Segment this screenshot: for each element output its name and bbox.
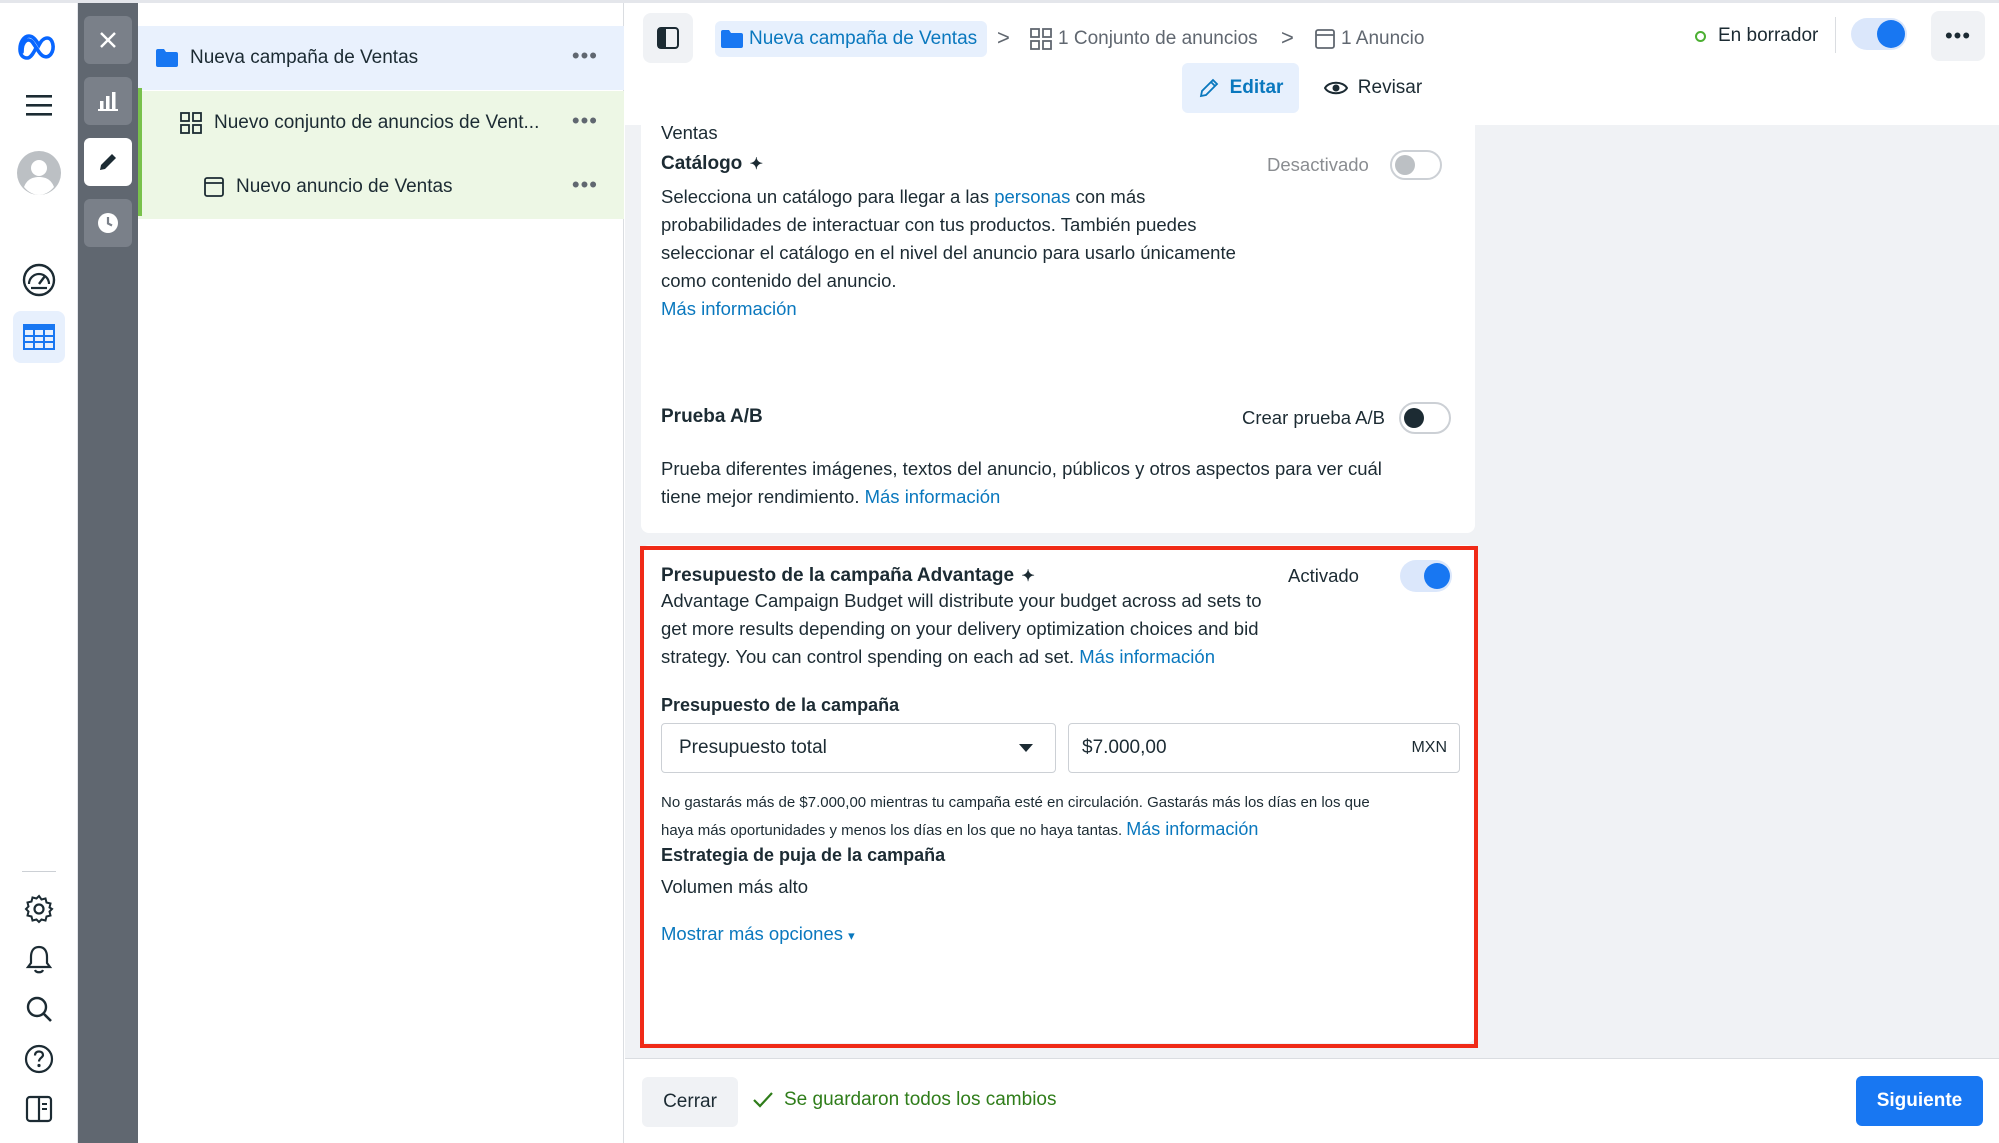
- close-icon[interactable]: [84, 16, 132, 64]
- tree-item-campaign-more-button[interactable]: •••: [572, 45, 598, 67]
- breadcrumb-adset[interactable]: 1 Conjunto de anuncios: [1030, 21, 1258, 57]
- personas-link[interactable]: personas: [994, 186, 1070, 207]
- catalog-title-label: Catálogo: [661, 153, 743, 174]
- sparkle-icon: ✦: [749, 156, 763, 173]
- tree-item-campaign-label: Nueva campaña de Ventas: [190, 47, 419, 68]
- catalog-more-info-link[interactable]: Más información: [661, 295, 1301, 323]
- ab-test-card: Prueba A/B Crear prueba A/B Prueba difer…: [641, 383, 1475, 533]
- folder-icon: [156, 49, 178, 67]
- sidebar-panel-icon[interactable]: [13, 1083, 65, 1135]
- highlight-annotation-box: [640, 546, 1478, 1048]
- tree-item-adset[interactable]: Nuevo conjunto de anuncios de Vent... ••…: [138, 91, 624, 155]
- catalog-toggle[interactable]: [1390, 150, 1442, 180]
- table-grid-icon[interactable]: [13, 311, 65, 363]
- checkmark-icon: [753, 1092, 773, 1108]
- breadcrumb-separator: >: [1281, 25, 1294, 50]
- toggle-panel-button[interactable]: [643, 13, 693, 63]
- ab-test-more-info-link[interactable]: Más información: [865, 486, 1001, 507]
- tree-item-adset-more-button[interactable]: •••: [572, 110, 598, 132]
- bell-icon[interactable]: [13, 933, 65, 985]
- catalog-description: Selecciona un catálogo para llegar a las…: [661, 183, 1301, 323]
- left-navigation: [0, 3, 78, 1143]
- catalog-title: Catálogo ✦: [661, 153, 763, 175]
- status-dot-icon: [1695, 30, 1706, 42]
- ad-page-icon: [1315, 29, 1335, 49]
- toggle-knob: [1877, 20, 1905, 48]
- close-button[interactable]: Cerrar: [642, 1077, 738, 1127]
- catalog-desc-line: seleccionar el catálogo en el nivel del …: [661, 242, 1236, 263]
- clock-icon[interactable]: [84, 199, 132, 247]
- breadcrumb-campaign[interactable]: Nueva campaña de Ventas: [715, 21, 988, 57]
- breadcrumb-separator: >: [997, 25, 1010, 50]
- editor-header: Nueva campaña de Ventas > 1 Conjunto de …: [625, 3, 1999, 125]
- avatar-icon[interactable]: [13, 147, 65, 199]
- breadcrumb-adset-label: 1 Conjunto de anuncios: [1058, 28, 1258, 49]
- ab-test-desc-line: Prueba diferentes imágenes, textos del a…: [661, 458, 1382, 479]
- tree-item-ad-label: Nuevo anuncio de Ventas: [236, 176, 453, 197]
- search-icon[interactable]: [13, 983, 65, 1035]
- toggle-knob: [1395, 155, 1415, 175]
- catalog-desc-line: probabilidades de interactuar con tus pr…: [661, 214, 1197, 235]
- folder-icon: [721, 30, 743, 48]
- pencil-icon[interactable]: [84, 138, 132, 186]
- tool-strip: [78, 3, 138, 1143]
- ab-test-desc-text: tiene mejor rendimiento.: [661, 486, 865, 507]
- breadcrumb-ad[interactable]: 1 Anuncio: [1315, 21, 1424, 57]
- dashboard-gauge-icon[interactable]: [13, 254, 65, 306]
- more-options-button[interactable]: •••: [1931, 11, 1985, 61]
- save-status: Se guardaron todos los cambios: [752, 1089, 1057, 1111]
- review-button-label: Revisar: [1357, 77, 1423, 98]
- edit-button-label: Editar: [1229, 77, 1284, 98]
- ab-test-toggle[interactable]: [1399, 402, 1451, 434]
- hamburger-menu-icon[interactable]: [13, 79, 65, 131]
- draft-status: En borrador: [1695, 21, 1818, 51]
- meta-logo-icon[interactable]: [13, 21, 65, 73]
- draft-status-label: En borrador: [1718, 25, 1819, 46]
- review-button[interactable]: Revisar: [1315, 63, 1431, 113]
- catalog-desc-line: como contenido del anuncio.: [661, 270, 897, 291]
- breadcrumb-ad-label: 1 Anuncio: [1341, 28, 1425, 49]
- nav-divider: [22, 871, 56, 872]
- pencil-icon: [1199, 78, 1218, 98]
- next-button[interactable]: Siguiente: [1856, 1076, 1983, 1126]
- catalog-desc-text: Selecciona un catálogo para llegar a las: [661, 186, 995, 207]
- ab-test-description: Prueba diferentes imágenes, textos del a…: [661, 455, 1461, 511]
- editor-footer: Cerrar Se guardaron todos los cambios Si…: [625, 1058, 1999, 1143]
- cut-off-text: Ventas: [661, 125, 718, 143]
- eye-icon: [1323, 81, 1348, 95]
- header-divider: [1835, 17, 1836, 53]
- campaign-tree-panel: Nueva campaña de Ventas ••• Nuevo conjun…: [138, 3, 624, 1143]
- catalog-toggle-label: Desactivado: [1267, 154, 1369, 175]
- help-icon[interactable]: [13, 1033, 65, 1085]
- save-status-label: Se guardaron todos los cambios: [784, 1089, 1057, 1110]
- toggle-knob: [1404, 408, 1424, 428]
- bar-chart-icon[interactable]: [84, 77, 132, 125]
- ab-test-toggle-label: Crear prueba A/B: [1242, 407, 1385, 428]
- ab-test-title: Prueba A/B: [661, 406, 763, 427]
- adset-grid-icon: [1030, 28, 1052, 50]
- edit-button[interactable]: Editar: [1182, 63, 1299, 113]
- catalog-desc-text: con más: [1070, 186, 1146, 207]
- tree-selection-bar: [138, 88, 142, 216]
- tree-item-ad-more-button[interactable]: •••: [572, 174, 598, 196]
- panel-layout-icon: [657, 27, 679, 49]
- breadcrumb-campaign-label: Nueva campaña de Ventas: [749, 28, 978, 49]
- tree-item-adset-label: Nuevo conjunto de anuncios de Vent...: [214, 112, 540, 133]
- tree-item-campaign[interactable]: Nueva campaña de Ventas •••: [138, 26, 624, 90]
- tree-item-ad[interactable]: Nuevo anuncio de Ventas •••: [138, 155, 624, 219]
- gear-icon[interactable]: [13, 883, 65, 935]
- ad-page-icon: [204, 177, 224, 197]
- campaign-status-toggle[interactable]: [1851, 18, 1907, 50]
- adset-grid-icon: [180, 112, 202, 134]
